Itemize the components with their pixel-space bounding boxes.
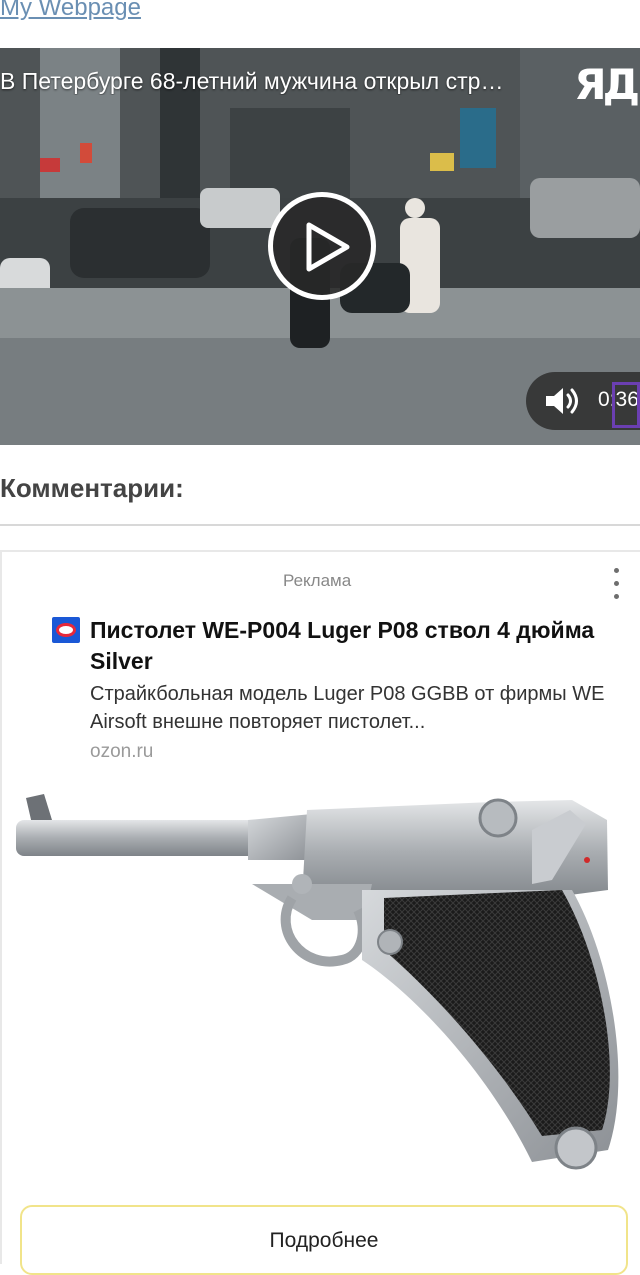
- play-button[interactable]: [268, 192, 376, 300]
- comments-heading: Комментарии:: [0, 473, 184, 503]
- focus-indicator: [612, 382, 640, 428]
- more-vertical-icon[interactable]: [608, 568, 624, 604]
- product-image[interactable]: [12, 780, 632, 1180]
- more-details-button[interactable]: Подробнее: [20, 1205, 628, 1275]
- video-player[interactable]: В Петербурге 68-летний мужчина открыл ст…: [0, 48, 640, 445]
- ad-domain[interactable]: ozon.ru: [90, 741, 153, 763]
- ad-title[interactable]: Пистолет WE-P004 Luger P08 ствол 4 дюйма…: [90, 615, 610, 677]
- play-icon: [306, 222, 350, 272]
- site-link[interactable]: My Webpage: [0, 0, 141, 22]
- ozon-icon: [52, 617, 80, 643]
- ad-description[interactable]: Страйкбольная модель Luger P08 GGBB от ф…: [90, 680, 620, 736]
- video-title[interactable]: В Петербурге 68-летний мужчина открыл ст…: [0, 68, 580, 95]
- ad-label: Реклама: [283, 571, 352, 590]
- divider: [0, 524, 640, 526]
- more-details-label: Подробнее: [269, 1229, 379, 1252]
- volume-icon[interactable]: [544, 386, 584, 416]
- channel-logo: ЯД: [574, 60, 640, 109]
